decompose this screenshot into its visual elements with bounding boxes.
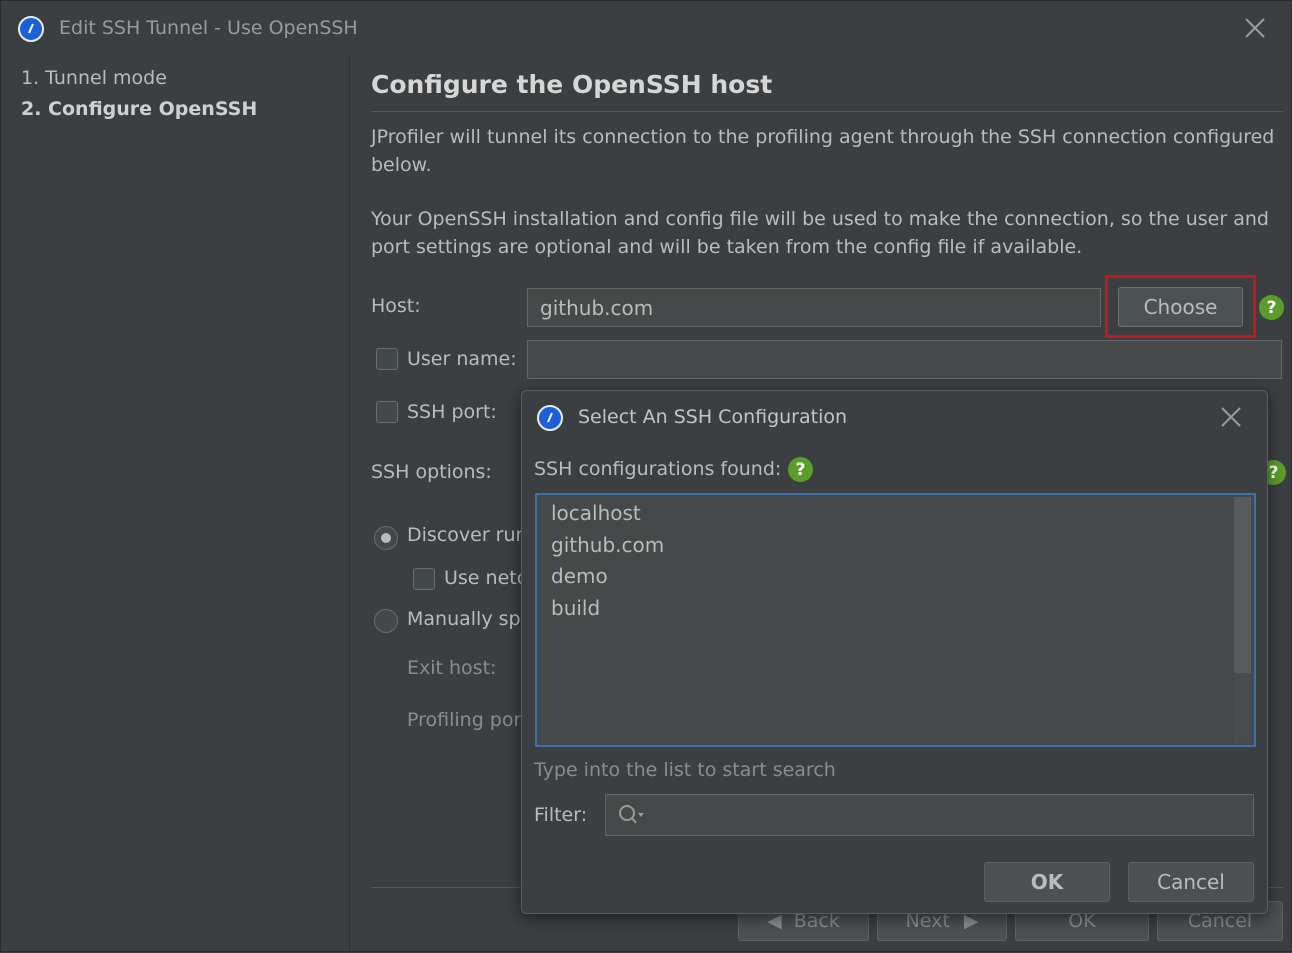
sshoptions-label: SSH options: (371, 461, 492, 483)
host-input[interactable]: github.com (527, 288, 1101, 327)
configs-help-icon[interactable]: ? (788, 457, 813, 482)
page-title: Configure the OpenSSH host (371, 70, 773, 99)
filter-input[interactable] (605, 794, 1254, 836)
scrollbar-thumb[interactable] (1234, 497, 1251, 673)
exit-host-label: Exit host: (407, 657, 497, 679)
list-item[interactable]: build (551, 596, 600, 620)
dialog-close-icon[interactable] (1220, 406, 1242, 428)
wizard-steps-sidebar: 1. Tunnel mode 2. Configure OpenSSH (1, 57, 350, 953)
jprofiler-icon (18, 16, 44, 42)
username-label: User name: (407, 348, 517, 370)
host-label: Host: (371, 295, 421, 317)
dialog-ok-button[interactable]: OK (984, 862, 1110, 902)
list-item[interactable]: demo (551, 564, 608, 588)
use-netcat-label: Use netc (444, 567, 528, 589)
radio-selected-dot (381, 533, 391, 543)
list-item[interactable]: github.com (551, 533, 664, 557)
host-help-icon[interactable]: ? (1259, 295, 1284, 320)
window-title: Edit SSH Tunnel - Use OpenSSH (59, 17, 358, 39)
profiling-port-label: Profiling por (407, 709, 522, 731)
description-paragraph-2: Your OpenSSH installation and config fil… (371, 208, 1269, 258)
sshport-label: SSH port: (407, 401, 497, 423)
select-ssh-configuration-dialog: Select An SSH Configuration SSH configur… (521, 390, 1268, 914)
username-input[interactable] (527, 340, 1282, 379)
step-tunnel-mode[interactable]: 1. Tunnel mode (21, 67, 167, 89)
username-checkbox[interactable] (376, 348, 398, 370)
sshport-checkbox[interactable] (376, 401, 398, 423)
list-scrollbar[interactable] (1234, 497, 1251, 743)
jprofiler-icon (537, 405, 563, 431)
ssh-config-list[interactable]: localhost github.com demo build (535, 493, 1256, 747)
title-bar: Edit SSH Tunnel - Use OpenSSH (1, 1, 1292, 57)
discover-label: Discover run (407, 524, 528, 546)
discover-radio[interactable] (374, 526, 398, 550)
description-paragraph-1: JProfiler will tunnel its connection to … (371, 126, 1275, 176)
filter-label: Filter: (534, 804, 588, 826)
search-hint: Type into the list to start search (534, 759, 836, 781)
manually-label: Manually sp (407, 608, 521, 630)
choose-button[interactable]: Choose (1118, 287, 1243, 327)
search-icon[interactable] (618, 803, 646, 827)
use-netcat-checkbox[interactable] (413, 568, 435, 590)
dialog-title: Select An SSH Configuration (578, 406, 848, 428)
list-item[interactable]: localhost (551, 501, 641, 525)
heading-divider (371, 111, 1283, 112)
dialog-cancel-button[interactable]: Cancel (1128, 862, 1254, 902)
configs-found-label: SSH configurations found: (534, 458, 782, 480)
edit-ssh-tunnel-window: Edit SSH Tunnel - Use OpenSSH 1. Tunnel … (0, 0, 1292, 953)
step-configure-openssh[interactable]: 2. Configure OpenSSH (21, 98, 257, 120)
manually-radio[interactable] (374, 609, 398, 633)
close-icon[interactable] (1244, 17, 1266, 39)
